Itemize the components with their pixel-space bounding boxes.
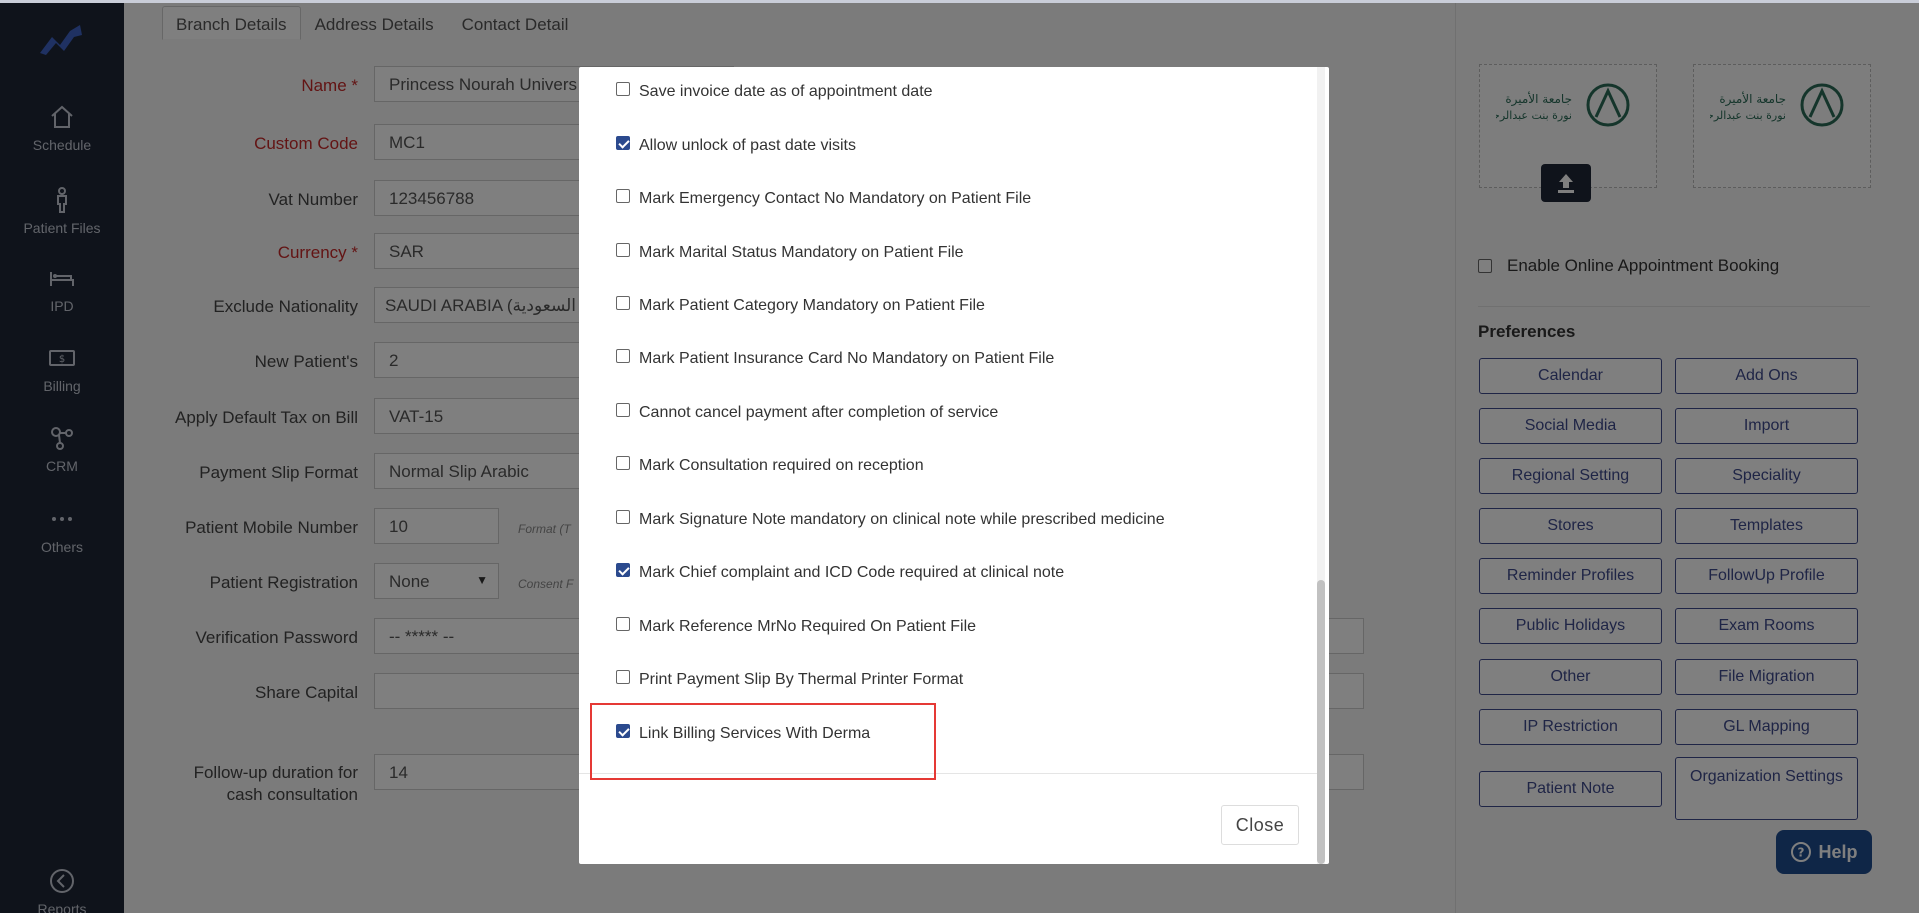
option-label: Cannot cancel payment after completion o… [639, 404, 999, 421]
option-thermal-printer-slip[interactable]: Print Payment Slip By Thermal Printer Fo… [616, 670, 964, 689]
option-checkbox[interactable] [616, 349, 630, 363]
option-allow-unlock-past-visits[interactable]: Allow unlock of past date visits [616, 136, 856, 155]
settings-modal-body: Save invoice date as of appointment date… [579, 67, 1329, 773]
option-checkbox[interactable] [616, 189, 630, 203]
option-label: Save invoice date as of appointment date [639, 83, 933, 100]
option-checkbox[interactable] [616, 403, 630, 417]
option-checkbox[interactable] [616, 724, 630, 738]
option-label: Mark Patient Category Mandatory on Patie… [639, 297, 985, 314]
option-insurance-card-mandatory[interactable]: Mark Patient Insurance Card No Mandatory… [616, 349, 1055, 368]
option-checkbox[interactable] [616, 82, 630, 96]
option-cannot-cancel-payment[interactable]: Cannot cancel payment after completion o… [616, 403, 999, 422]
option-consultation-required[interactable]: Mark Consultation required on reception [616, 456, 924, 475]
option-signature-note-mandatory[interactable]: Mark Signature Note mandatory on clinica… [616, 510, 1165, 529]
option-label: Mark Reference MrNo Required On Patient … [639, 618, 977, 635]
close-button[interactable]: Close [1221, 805, 1299, 845]
option-label: Mark Emergency Contact No Mandatory on P… [639, 190, 1032, 207]
option-checkbox[interactable] [616, 296, 630, 310]
option-label: Mark Chief complaint and ICD Code requir… [639, 564, 1065, 581]
option-save-invoice-date[interactable]: Save invoice date as of appointment date [616, 82, 933, 101]
option-reference-mrno-required[interactable]: Mark Reference MrNo Required On Patient … [616, 617, 977, 636]
settings-modal: Save invoice date as of appointment date… [579, 67, 1329, 864]
option-checkbox[interactable] [616, 456, 630, 470]
option-checkbox[interactable] [616, 563, 630, 577]
option-label: Mark Marital Status Mandatory on Patient… [639, 244, 964, 261]
option-checkbox[interactable] [616, 670, 630, 684]
modal-scrollbar-thumb[interactable] [1317, 580, 1325, 864]
modal-footer-divider [579, 773, 1317, 774]
option-label: Mark Consultation required on reception [639, 457, 924, 474]
option-label: Mark Patient Insurance Card No Mandatory… [639, 350, 1055, 367]
option-checkbox[interactable] [616, 617, 630, 631]
option-emergency-contact-mandatory[interactable]: Mark Emergency Contact No Mandatory on P… [616, 189, 1032, 208]
option-checkbox[interactable] [616, 136, 630, 150]
option-checkbox[interactable] [616, 510, 630, 524]
option-checkbox[interactable] [616, 243, 630, 257]
option-label: Link Billing Services With Derma [639, 725, 871, 742]
option-patient-category-mandatory[interactable]: Mark Patient Category Mandatory on Patie… [616, 296, 985, 315]
option-label: Print Payment Slip By Thermal Printer Fo… [639, 671, 964, 688]
option-marital-status-mandatory[interactable]: Mark Marital Status Mandatory on Patient… [616, 243, 964, 262]
option-label: Allow unlock of past date visits [639, 137, 856, 154]
option-chief-complaint-icd-required[interactable]: Mark Chief complaint and ICD Code requir… [616, 563, 1065, 582]
option-label: Mark Signature Note mandatory on clinica… [639, 511, 1165, 528]
option-link-billing-derma[interactable]: Link Billing Services With Derma [616, 724, 871, 743]
